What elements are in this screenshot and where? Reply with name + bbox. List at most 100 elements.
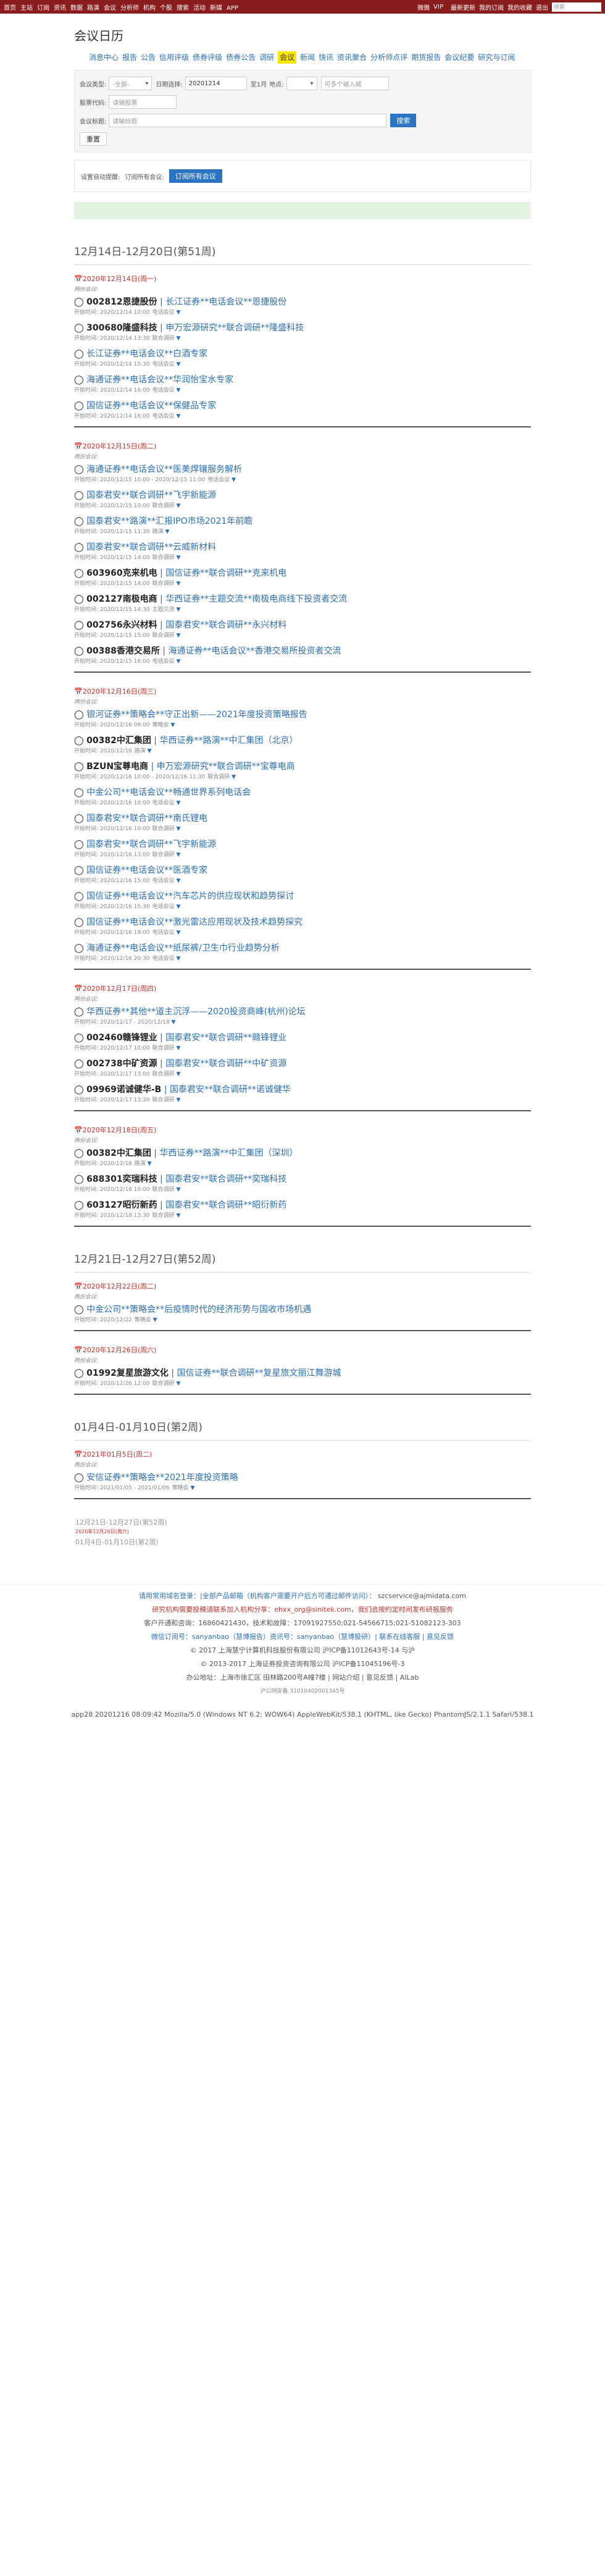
event-title-line[interactable]: ◯ 海通证券**电话会议**纸尿裤/卫生巾行业趋势分析 bbox=[74, 943, 531, 954]
expand-icon[interactable]: ▼ bbox=[175, 1045, 180, 1051]
footer-line-4[interactable]: 微信订阅号：sanyanbao（慧博报告）资讯号：sanyanbao（慧博投研）… bbox=[0, 1630, 605, 1644]
stock-code[interactable]: 09969诺诚健华-B bbox=[86, 1085, 161, 1095]
top-nav-item[interactable]: APP bbox=[227, 5, 238, 12]
event-title[interactable]: 国泰君安**联合调研**奕瑞科技 bbox=[165, 1174, 286, 1184]
event-title[interactable]: 国泰君安**联合调研**永兴材料 bbox=[165, 620, 286, 630]
event-title[interactable]: 申万宏源研究**联合调研**隆盛科技 bbox=[165, 323, 304, 333]
stock-code-input[interactable]: 请输股票 bbox=[109, 95, 177, 109]
event-title-line[interactable]: ◯ 中金公司**策略会**后疫情时代的经济形势与国收市场机遇 bbox=[74, 1304, 531, 1315]
event-title-line[interactable]: ◯ 国信证券**电话会议**医酒专家 bbox=[74, 865, 531, 876]
event-title-line[interactable]: ◯ 002460赣锋锂业 | 国泰君安**联合调研**赣锋锂业 bbox=[74, 1032, 531, 1043]
event-title[interactable]: 国泰君安**联合调研**南氏锂电 bbox=[86, 814, 207, 823]
event-title-line[interactable]: ◯ 01992复星旅游文化 | 国信证券**联合调研**复星旅文丽江舞游城 bbox=[74, 1368, 531, 1379]
event-title[interactable]: 银河证券**策略会**守正出新——2021年度投资策略报告 bbox=[86, 710, 307, 720]
event-title[interactable]: 国信证券**电话会议**汽车芯片的供应现状和趋势探讨 bbox=[86, 891, 294, 901]
event-title-line[interactable]: ◯ 300680隆盛科技 | 申万宏源研究**联合调研**隆盛科技 bbox=[74, 322, 531, 334]
event-title-line[interactable]: ◯ 长江证券**电话会议**白酒专家 bbox=[74, 348, 531, 360]
event-title-line[interactable]: ◯ 002127南极电商 | 华西证券**主题交流**南极电商线下投资者交流 bbox=[74, 594, 531, 605]
stock-code[interactable]: 002460赣锋锂业 bbox=[86, 1033, 157, 1043]
event-title-line[interactable]: ◯ 603960克来机电 | 国信证券**联合调研**克来机电 bbox=[74, 568, 531, 579]
event-title[interactable]: 海通证券**电话会议**华润怡宝水专家 bbox=[86, 375, 233, 385]
event-title[interactable]: 长江证券**电话会议**恩捷股份 bbox=[165, 297, 286, 307]
expand-icon[interactable]: ▼ bbox=[175, 904, 180, 910]
tab-item[interactable]: 债券公告 bbox=[226, 51, 256, 64]
stock-code[interactable]: 002756永兴材料 bbox=[86, 620, 157, 630]
event-title[interactable]: 安信证券**策略会**2021年度投资策略 bbox=[86, 1473, 238, 1483]
jump-week-52[interactable]: 12月21日-12月27日(第52周) bbox=[75, 1518, 531, 1527]
top-nav-item[interactable]: 路演 bbox=[87, 5, 99, 12]
user-link[interactable]: 我的收藏 bbox=[507, 5, 532, 12]
event-title-line[interactable]: ◯ 国泰君安**路演**汇报IPO市场2021年前瞻 bbox=[74, 516, 531, 527]
date-input[interactable]: 20201214 bbox=[185, 77, 247, 90]
event-title-line[interactable]: ◯ 002738中矿资源 | 国泰君安**联合调研**中矿资源 bbox=[74, 1058, 531, 1069]
tab-item[interactable]: 分析师点评 bbox=[370, 51, 407, 64]
expand-icon[interactable]: ▼ bbox=[175, 852, 180, 858]
place-select[interactable] bbox=[286, 77, 317, 90]
top-nav-item[interactable]: 数据 bbox=[70, 5, 83, 12]
stock-code[interactable]: 002127南极电商 bbox=[86, 594, 157, 604]
stock-code[interactable]: 00382中汇集团 bbox=[86, 736, 151, 746]
stock-code[interactable]: 688301奕瑞科技 bbox=[86, 1174, 157, 1184]
event-title[interactable]: 华西证券**主题交流**南极电商线下投资者交流 bbox=[165, 594, 347, 604]
search-button[interactable]: 搜索 bbox=[390, 114, 417, 127]
event-title-line[interactable]: ◯ 09969诺诚健华-B | 国泰君安**联合调研**诺诚健华 bbox=[74, 1084, 531, 1095]
expand-icon[interactable]: ▼ bbox=[175, 503, 180, 509]
top-nav-item[interactable]: 个股 bbox=[160, 5, 172, 12]
event-title[interactable]: 海通证券**电话会议**医美焊镶服务解析 bbox=[86, 465, 242, 474]
event-title-line[interactable]: ◯ 603127昭衍新药 | 国泰君安**联合调研**昭衍新药 bbox=[74, 1200, 531, 1211]
event-title[interactable]: 华西证券**路演**中汇集团（深圳） bbox=[159, 1148, 298, 1158]
expand-icon[interactable]: ▼ bbox=[230, 477, 236, 483]
event-title[interactable]: 华西证券**其他**道主沉浮——2020投资商峰(杭州)论坛 bbox=[86, 1007, 306, 1017]
expand-icon[interactable]: ▼ bbox=[175, 956, 180, 962]
event-title[interactable]: 国泰君安**联合调研**飞宇新能源 bbox=[86, 490, 216, 500]
top-nav-item[interactable]: 新媒 bbox=[210, 5, 222, 12]
event-title-line[interactable]: ◯ 00388香港交易所 | 海通证券**电话会议**香港交易所投资者交流 bbox=[74, 646, 531, 657]
tab-item[interactable]: 新闻 bbox=[300, 51, 315, 64]
expand-icon[interactable]: ▼ bbox=[175, 659, 180, 665]
event-title[interactable]: 中金公司**电话会议**畅通世界系列电话会 bbox=[86, 788, 251, 798]
top-nav-item[interactable]: 会议 bbox=[104, 5, 116, 12]
expand-icon[interactable]: ▼ bbox=[146, 748, 152, 754]
stock-code[interactable]: 002812恩捷股份 bbox=[86, 297, 157, 307]
tab-item[interactable]: 会议 bbox=[278, 51, 297, 64]
tab-item[interactable]: 报告 bbox=[122, 51, 137, 64]
expand-icon[interactable]: ▼ bbox=[175, 930, 180, 936]
expand-icon[interactable]: ▼ bbox=[175, 878, 180, 884]
event-title[interactable]: 海通证券**电话会议**纸尿裤/卫生巾行业趋势分析 bbox=[86, 943, 280, 953]
keyword-input[interactable]: 请输标题 bbox=[109, 114, 387, 127]
event-title[interactable]: 国泰君安**联合调研**飞宇新能源 bbox=[86, 840, 216, 849]
event-title-line[interactable]: ◯ 国泰君安**联合调研**南氏锂电 bbox=[74, 813, 531, 824]
event-title-line[interactable]: ◯ 国信证券**电话会议**激光雷达应用现状及技术趋势探究 bbox=[74, 917, 531, 928]
expand-icon[interactable]: ▼ bbox=[230, 774, 236, 780]
event-title[interactable]: 国信证券**电话会议**医酒专家 bbox=[86, 865, 207, 875]
top-nav-item[interactable]: 搜索 bbox=[177, 5, 189, 12]
expand-icon[interactable]: ▼ bbox=[175, 361, 180, 368]
expand-icon[interactable]: ▼ bbox=[164, 529, 169, 535]
tab-item[interactable]: 消息中心 bbox=[89, 51, 119, 64]
subscribe-all-button[interactable]: 订阅所有会议 bbox=[169, 169, 222, 183]
expand-icon[interactable]: ▼ bbox=[175, 607, 180, 613]
expand-icon[interactable]: ▼ bbox=[175, 1097, 180, 1103]
event-title[interactable]: 申万宏源研究**联合调研**宝尊电商 bbox=[157, 762, 295, 772]
tab-item[interactable]: 信用评级 bbox=[159, 51, 189, 64]
tab-item[interactable]: 债券评级 bbox=[193, 51, 222, 64]
user-link[interactable]: 最新更新 bbox=[451, 5, 475, 12]
expand-icon[interactable]: ▼ bbox=[146, 1161, 152, 1167]
event-title[interactable]: 国泰君安**联合调研**赣锋锂业 bbox=[165, 1033, 286, 1043]
top-nav-item[interactable]: 机构 bbox=[143, 5, 156, 12]
expand-icon[interactable]: ▼ bbox=[189, 1485, 194, 1491]
stock-code[interactable]: 00388香港交易所 bbox=[86, 646, 160, 656]
stock-code[interactable]: 603127昭衍新药 bbox=[86, 1200, 157, 1210]
event-title-line[interactable]: ◯ 安信证券**策略会**2021年度投资策略 bbox=[74, 1472, 531, 1483]
jump-day[interactable]: 2020年12月26日(周六) bbox=[75, 1528, 531, 1535]
event-title-line[interactable]: ◯ 国泰君安**联合调研**飞宇新能源 bbox=[74, 839, 531, 850]
event-title[interactable]: 海通证券**电话会议**香港交易所投资者交流 bbox=[168, 646, 341, 656]
jump-week-2[interactable]: 01月4日-01月10日(第2周) bbox=[75, 1538, 531, 1547]
top-nav-item[interactable]: 活动 bbox=[193, 5, 206, 12]
expand-icon[interactable]: ▼ bbox=[169, 722, 175, 728]
event-title-line[interactable]: ◯ 国信证券**电话会议**保健品专家 bbox=[74, 400, 531, 411]
event-title[interactable]: 国信证券**联合调研**复星旅文丽江舞游城 bbox=[177, 1368, 341, 1378]
expand-icon[interactable]: ▼ bbox=[175, 387, 180, 394]
footer-email[interactable]: szcservice@ajmidata.com bbox=[378, 1592, 466, 1600]
top-nav-item[interactable]: 首页 bbox=[4, 5, 16, 12]
